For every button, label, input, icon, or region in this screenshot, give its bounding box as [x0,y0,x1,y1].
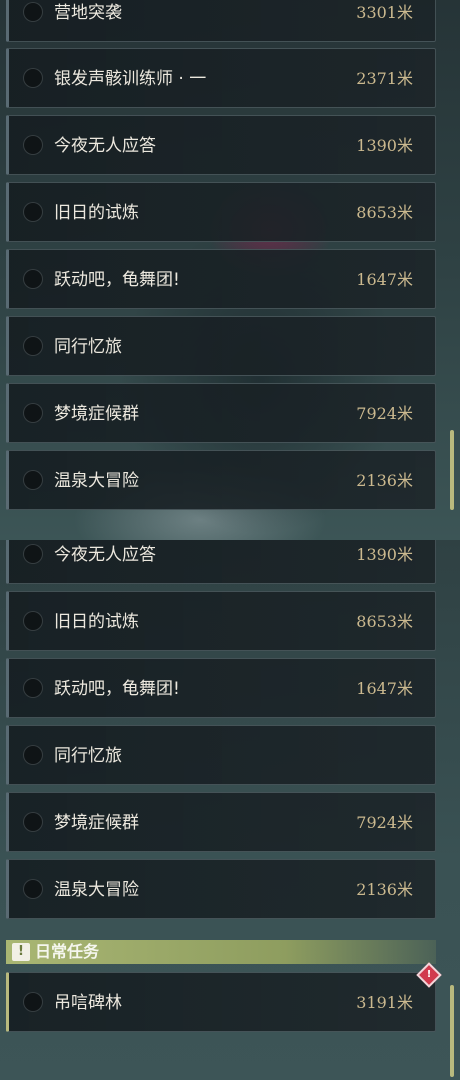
circle-icon [23,470,43,490]
task-item[interactable]: 同行忆旅 [6,725,436,785]
task-name: 旧日的试炼 [54,612,139,632]
task-name: 温泉大冒险 [54,471,139,491]
circle-icon [23,202,43,222]
task-name: 今夜无人应答 [54,136,156,156]
task-distance: 2371米 [356,69,413,88]
circle-icon [23,2,43,22]
task-distance: 7924米 [356,813,413,832]
task-distance: 2136米 [356,880,413,899]
circle-icon [23,68,43,88]
circle-icon [23,678,43,698]
section-title: 日常任务 [35,942,100,961]
exclamation-icon: ! [12,943,30,961]
circle-icon [23,879,43,899]
task-item[interactable]: 跃动吧，龟舞团! 1647米 [6,658,436,718]
task-name: 跃动吧，龟舞团! [54,270,180,290]
daily-task-item[interactable]: 吊唁碑林 3191米 [6,972,436,1032]
circle-icon [23,403,43,423]
task-item[interactable]: 梦境症候群 7924米 [6,792,436,852]
task-item[interactable]: 今夜无人应答 1390米 [6,540,436,584]
circle-icon [23,611,43,631]
task-item[interactable]: 营地突袭 3301米 [6,0,436,42]
circle-icon [23,745,43,765]
task-distance: 1647米 [356,270,413,289]
scrollbar-thumb[interactable] [450,985,454,1077]
task-item[interactable]: 旧日的试炼 8653米 [6,182,436,242]
task-item[interactable]: 同行忆旅 [6,316,436,376]
task-distance: 1647米 [356,679,413,698]
task-item[interactable]: 今夜无人应答 1390米 [6,115,436,175]
circle-icon [23,135,43,155]
task-item[interactable]: 跃动吧，龟舞团! 1647米 [6,249,436,309]
task-distance: 8653米 [356,203,413,222]
task-distance: 3191米 [356,993,413,1012]
task-name: 同行忆旅 [54,337,122,357]
task-distance: 2136米 [356,471,413,490]
task-item[interactable]: 银发声骸训练师 · 一 2371米 [6,48,436,108]
task-item[interactable]: 温泉大冒险 2136米 [6,859,436,919]
task-item[interactable]: 旧日的试炼 8653米 [6,591,436,651]
circle-icon [23,269,43,289]
task-distance: 3301米 [356,3,413,22]
task-name: 温泉大冒险 [54,880,139,900]
task-name: 今夜无人应答 [54,545,156,565]
task-name: 银发声骸训练师 · 一 [54,69,207,89]
task-name: 梦境症候群 [54,404,139,424]
task-distance: 8653米 [356,612,413,631]
circle-icon [23,812,43,832]
task-name: 跃动吧，龟舞团! [54,679,180,699]
task-name: 吊唁碑林 [54,993,122,1013]
task-distance: 7924米 [356,404,413,423]
task-distance: 1390米 [356,545,413,564]
circle-icon [23,992,43,1012]
task-name: 旧日的试炼 [54,203,139,223]
task-name: 梦境症候群 [54,813,139,833]
task-name: 同行忆旅 [54,746,122,766]
task-list-panel-top: 营地突袭 3301米 银发声骸训练师 · 一 2371米 今夜无人应答 1390… [0,0,460,540]
task-distance: 1390米 [356,136,413,155]
task-item[interactable]: 梦境症候群 7924米 [6,383,436,443]
task-item[interactable]: 温泉大冒险 2136米 [6,450,436,510]
task-name: 营地突袭 [54,3,122,23]
circle-icon [23,336,43,356]
scrollbar-thumb[interactable] [450,430,454,510]
daily-tasks-header: ! 日常任务 [6,940,436,964]
circle-icon [23,544,43,564]
